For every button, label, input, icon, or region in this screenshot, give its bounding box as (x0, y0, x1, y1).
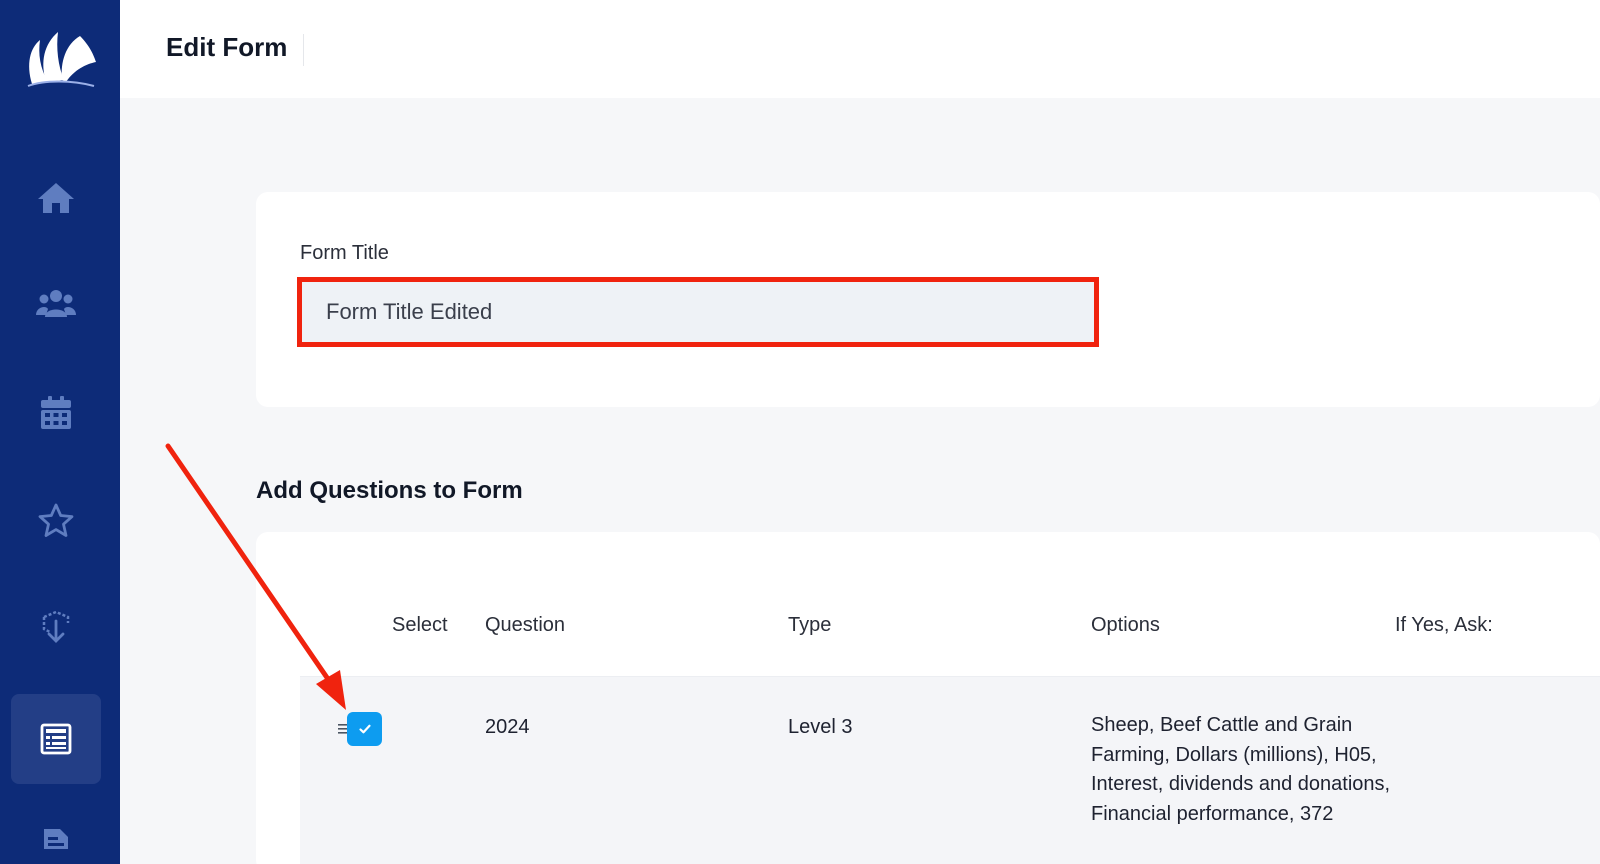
form-title-card: Form Title (256, 192, 1600, 407)
sidebar-item-documents[interactable] (11, 800, 101, 864)
sidebar-item-import[interactable] (11, 582, 101, 672)
sidebar-item-favorites[interactable] (11, 476, 101, 566)
import-icon (42, 610, 70, 643)
select-checkbox[interactable] (347, 712, 382, 746)
top-bar: Edit Form (120, 0, 1600, 98)
form-title-input[interactable] (297, 277, 1099, 347)
column-header-question[interactable]: Question (485, 614, 565, 637)
column-header-select[interactable]: Select (392, 614, 448, 637)
column-header-type[interactable]: Type (788, 614, 831, 637)
brand-logo[interactable] (22, 24, 98, 94)
form-title-label: Form Title (300, 242, 389, 264)
sidebar (0, 0, 120, 864)
options-cell: Sheep, Beef Cattle and Grain Farming, Do… (1091, 714, 1391, 825)
home-icon (38, 183, 74, 213)
sidebar-item-home[interactable] (11, 152, 101, 242)
star-icon (38, 503, 74, 537)
sidebar-item-calendar[interactable] (11, 368, 101, 458)
form-icon (40, 723, 72, 755)
table-row[interactable] (300, 677, 1600, 864)
column-header-options[interactable]: Options (1091, 614, 1160, 637)
sidebar-item-users[interactable] (11, 258, 101, 348)
sidebar-item-forms[interactable] (11, 694, 101, 784)
users-icon (36, 290, 76, 317)
page-title: Edit Form (166, 32, 288, 62)
title-divider (303, 34, 304, 66)
add-questions-heading: Add Questions to Form (256, 477, 523, 504)
column-header-if-yes-ask[interactable]: If Yes, Ask: (1395, 614, 1493, 637)
calendar-icon (41, 396, 71, 429)
question-cell: 2024 (485, 716, 530, 738)
checkmark-icon (358, 724, 371, 734)
type-cell: Level 3 (788, 716, 853, 738)
document-icon (44, 829, 68, 849)
